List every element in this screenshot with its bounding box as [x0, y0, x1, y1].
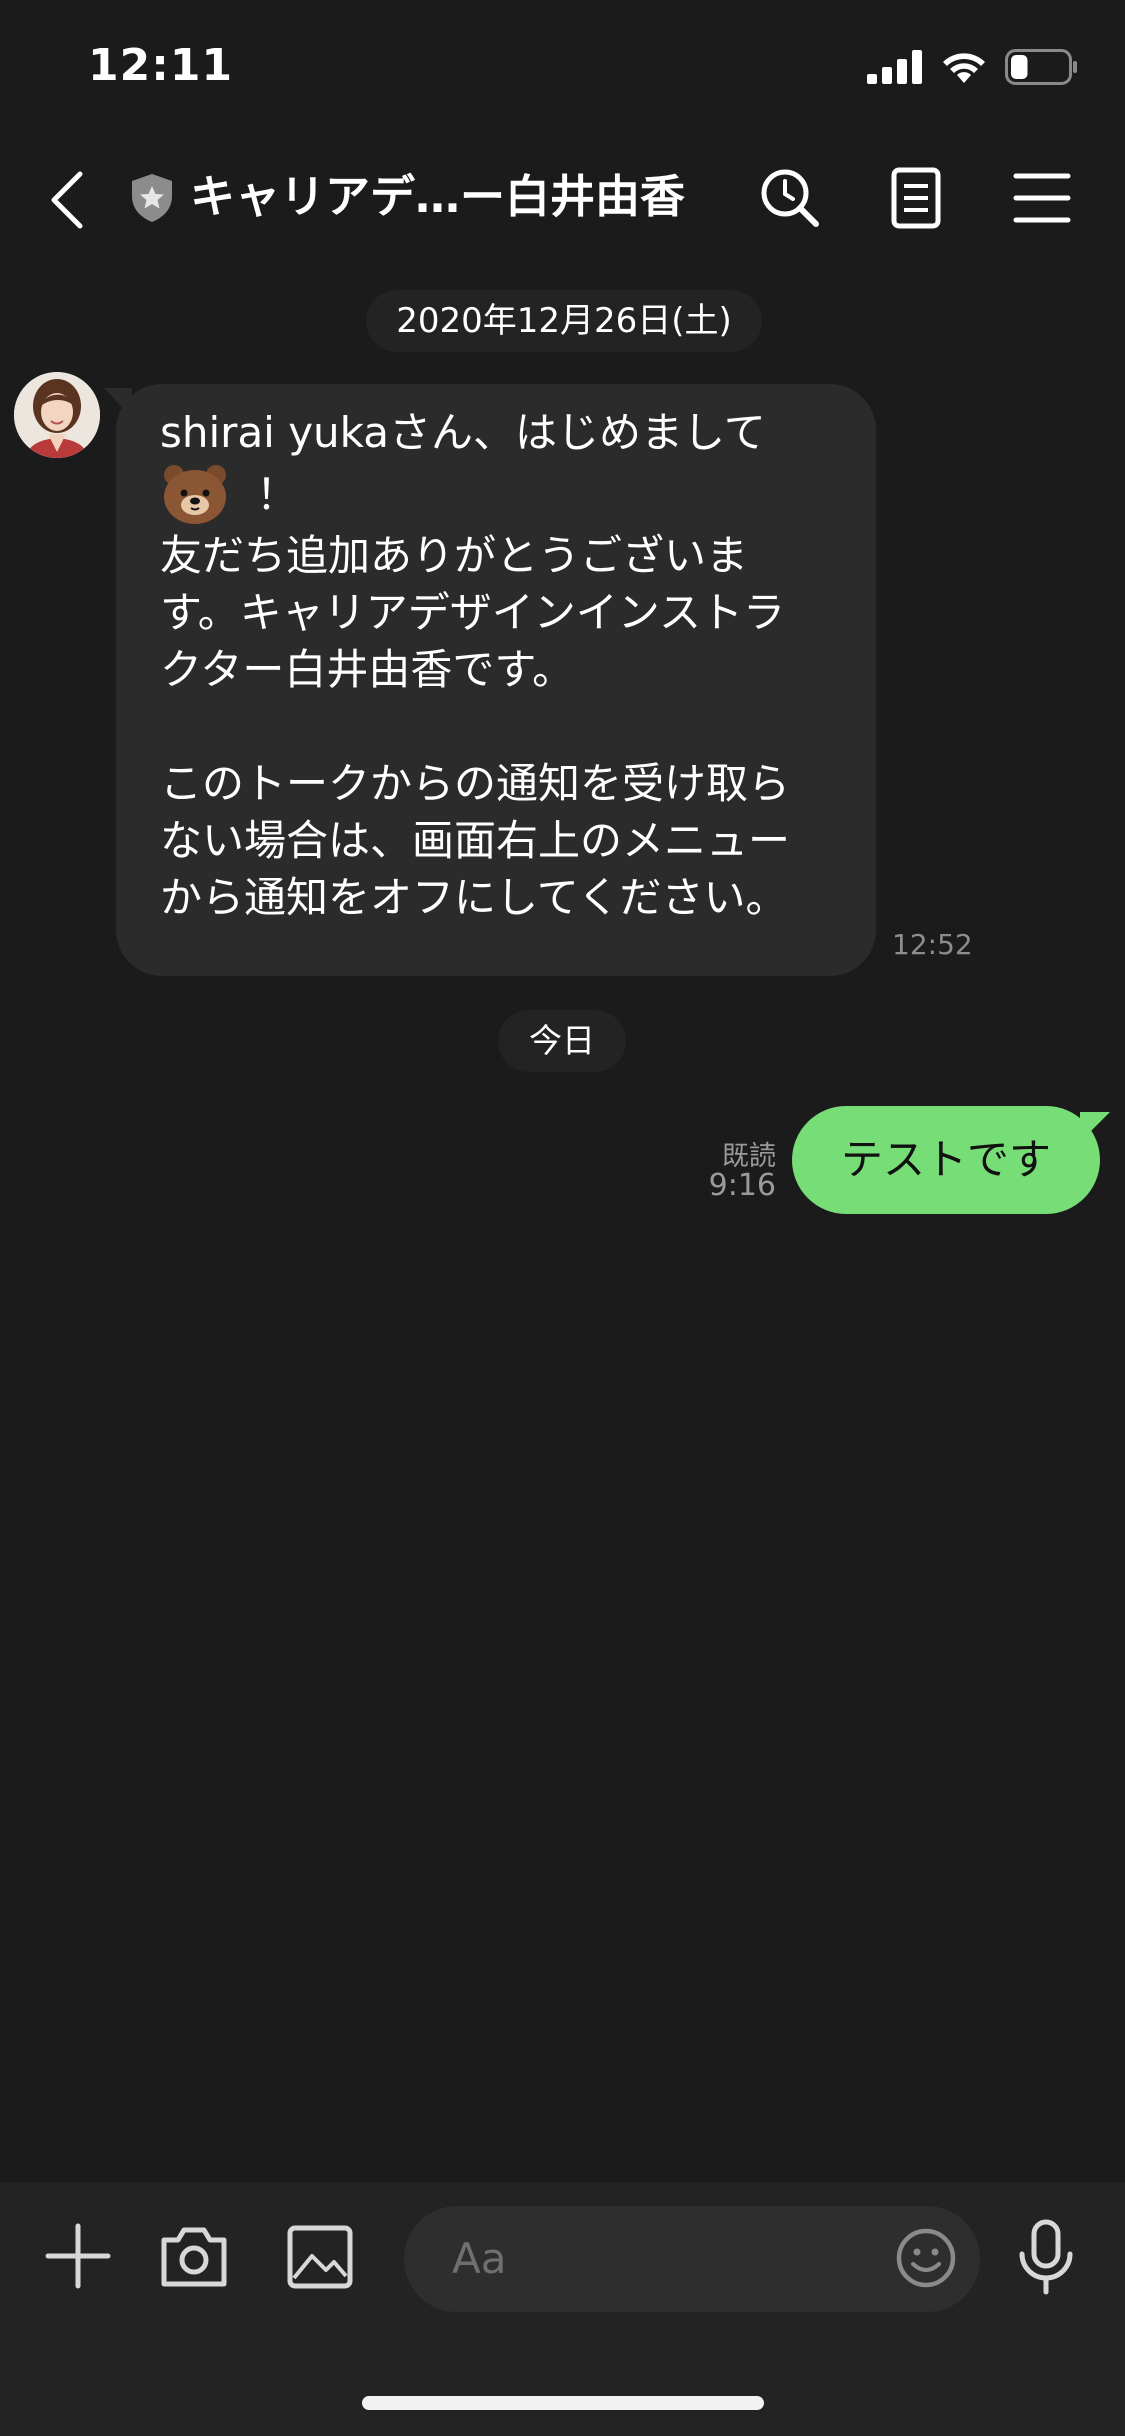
status-icons [867, 46, 1079, 88]
search-icon[interactable] [758, 166, 822, 230]
outgoing-message-time: 9:16 [708, 1168, 776, 1203]
camera-icon[interactable] [158, 2220, 230, 2292]
profile-photo [14, 372, 100, 458]
message-line [160, 698, 860, 755]
notes-icon[interactable] [884, 166, 948, 230]
message-line: このトークからの通知を受け取ら [160, 759, 791, 808]
image-icon[interactable] [284, 2220, 356, 2292]
message-line: shirai yukaさん、はじめまして [160, 408, 766, 457]
signal-icon [867, 50, 922, 84]
outgoing-message-text: テストです [840, 1135, 1051, 1184]
back-icon[interactable] [44, 168, 92, 232]
microphone-icon[interactable] [1014, 2218, 1078, 2298]
home-indicator[interactable] [362, 2396, 764, 2410]
message-line: す。キャリアデザインインストラ [160, 588, 785, 637]
message-line: から通知をオフにしてください。 [160, 873, 788, 922]
message-line: ない場合は、画面右上のメニュー [160, 816, 791, 865]
shield-icon [132, 174, 172, 222]
bear-emoji-icon [164, 465, 226, 524]
status-time: 12:11 [88, 40, 234, 91]
incoming-message-text: shirai yukaさん、はじめまして ！ 友だち追加ありがとうございま す。… [160, 404, 860, 926]
wifi-icon [943, 53, 985, 83]
battery-icon [1005, 49, 1077, 85]
message-input-placeholder: Aa [452, 2234, 507, 2283]
menu-icon[interactable] [1010, 166, 1074, 230]
today-separator: 今日 [498, 1010, 626, 1072]
message-line: クター白井由香です。 [160, 645, 575, 694]
sticker-line: ！ [160, 461, 860, 527]
date-separator: 2020年12月26日(土) [366, 290, 762, 352]
plus-icon[interactable] [42, 2220, 114, 2292]
incoming-message-time: 12:52 [892, 928, 973, 961]
emoji-icon[interactable] [894, 2226, 958, 2290]
chat-title: キャリアデ…ー白井由香 [190, 170, 686, 223]
avatar[interactable] [14, 372, 100, 458]
message-line: 友だち追加ありがとうございま [160, 531, 749, 580]
message-exclamation: ！ [256, 469, 299, 519]
